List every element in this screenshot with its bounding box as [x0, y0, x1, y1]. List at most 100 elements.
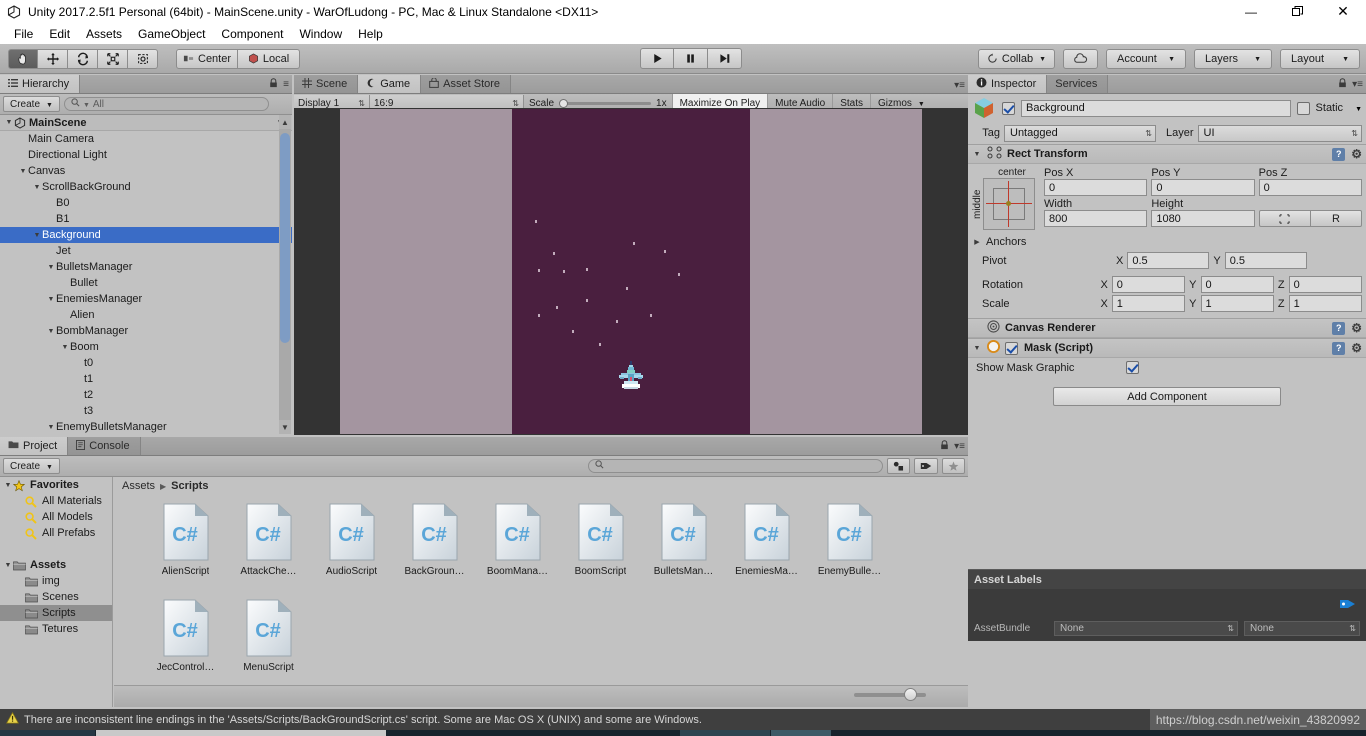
- lock-icon[interactable]: [940, 440, 949, 453]
- help-icon[interactable]: ?: [1332, 147, 1346, 161]
- asset-item[interactable]: C# BackGroun…: [393, 503, 476, 599]
- scale-tool-button[interactable]: [98, 48, 128, 69]
- chevron-down-icon[interactable]: ▼: [18, 168, 28, 175]
- minimize-button[interactable]: —: [1228, 0, 1274, 23]
- project-tree-item-scripts[interactable]: ▼Scripts: [0, 605, 112, 621]
- gear-icon[interactable]: ⚙: [1351, 321, 1362, 335]
- pivot-rotation-button[interactable]: Local: [238, 48, 301, 69]
- scale-x-input[interactable]: 1: [1111, 295, 1186, 312]
- chevron-down-icon[interactable]: ▼: [972, 151, 982, 158]
- pos-y-input[interactable]: 0: [1151, 179, 1255, 196]
- pivot-y-input[interactable]: 0.5: [1224, 252, 1307, 269]
- asset-item[interactable]: C# JecControl…: [144, 599, 227, 695]
- anchor-preset-group[interactable]: center middle: [972, 167, 1044, 230]
- hierarchy-item-t1[interactable]: ▼t1: [0, 371, 292, 387]
- project-folder-tree[interactable]: ▼Favorites▼All Materials▼All Models▼All …: [0, 477, 113, 707]
- asset-item[interactable]: C# AlienScript: [144, 503, 227, 599]
- scroll-up-arrow[interactable]: ▲: [279, 115, 291, 129]
- chevron-down-icon[interactable]: ▼: [32, 232, 42, 239]
- hierarchy-item-canvas[interactable]: ▼ Canvas: [0, 163, 292, 179]
- asset-item[interactable]: C# AttackChe…: [227, 503, 310, 599]
- anchor-preset-widget[interactable]: [983, 178, 1035, 230]
- breadcrumb-assets[interactable]: Assets: [122, 480, 155, 492]
- hierarchy-item-main-camera[interactable]: ▼Main Camera: [0, 131, 292, 147]
- hierarchy-item-background[interactable]: ▼ Background: [0, 227, 292, 243]
- panel-menu-icon[interactable]: ≡: [283, 79, 289, 90]
- taskbar-item-2[interactable]: [96, 730, 386, 736]
- height-input[interactable]: 1080: [1151, 210, 1255, 227]
- favorites-star-button[interactable]: [942, 458, 965, 474]
- rotation-y-input[interactable]: 0: [1200, 276, 1274, 293]
- tab-console[interactable]: Console: [68, 437, 141, 455]
- gameobject-name-input[interactable]: Background: [1021, 99, 1291, 117]
- chevron-down-icon[interactable]: ▼: [1355, 106, 1362, 113]
- hierarchy-scroll-thumb[interactable]: [280, 133, 290, 343]
- canvas-renderer-header[interactable]: ▼ Canvas Renderer ? ⚙: [968, 318, 1366, 338]
- hierarchy-item-enemybulletsmanager[interactable]: ▼ EnemyBulletsManager: [0, 419, 292, 435]
- mask-component-header[interactable]: ▼ Mask (Script) ? ⚙: [968, 338, 1366, 358]
- chevron-down-icon[interactable]: ▼: [46, 264, 56, 271]
- menu-item-gameobject[interactable]: GameObject: [130, 25, 213, 43]
- rotate-tool-button[interactable]: [68, 48, 98, 69]
- filter-by-label-button[interactable]: [914, 458, 938, 474]
- account-button[interactable]: Account ▼: [1106, 48, 1186, 69]
- taskbar-item-4[interactable]: [771, 730, 831, 736]
- asset-grid[interactable]: C# AlienScript C# AttackChe… C# AudioScript C#…: [114, 495, 968, 685]
- menu-item-file[interactable]: File: [6, 25, 41, 43]
- project-tree-item-tetures[interactable]: ▼Tetures: [0, 621, 112, 637]
- scroll-down-arrow[interactable]: ▼: [279, 420, 291, 434]
- pos-z-input[interactable]: 0: [1258, 179, 1362, 196]
- asset-item[interactable]: C# MenuScript: [227, 599, 310, 695]
- static-checkbox[interactable]: [1296, 101, 1310, 115]
- tab-asset-store[interactable]: Asset Store: [421, 75, 512, 93]
- lock-icon[interactable]: [269, 78, 278, 91]
- project-tree-item-scenes[interactable]: ▼Scenes: [0, 589, 112, 605]
- menu-item-window[interactable]: Window: [291, 25, 350, 43]
- width-input[interactable]: 800: [1044, 210, 1148, 227]
- assetbundle-variant-dropdown[interactable]: None ⇅: [1244, 621, 1360, 636]
- hierarchy-scrollbar[interactable]: ▲ ▼: [279, 115, 291, 434]
- cloud-button[interactable]: [1063, 48, 1098, 69]
- hierarchy-item-t0[interactable]: ▼t0: [0, 355, 292, 371]
- hierarchy-item-t2[interactable]: ▼t2: [0, 387, 292, 403]
- chevron-down-icon[interactable]: ▼: [60, 344, 70, 351]
- hierarchy-scene-row[interactable]: ▼ MainScene ▾≡: [0, 115, 292, 131]
- hierarchy-item-bulletsmanager[interactable]: ▼ BulletsManager: [0, 259, 292, 275]
- tab-project[interactable]: Project: [0, 437, 69, 455]
- asset-item[interactable]: C# BulletsMan…: [642, 503, 725, 599]
- asset-zoom-slider-knob[interactable]: [904, 688, 917, 701]
- tab-scene[interactable]: Scene: [294, 75, 359, 93]
- asset-item[interactable]: C# EnemyBulle…: [808, 503, 891, 599]
- anchors-row[interactable]: ▶ Anchors: [968, 232, 1366, 251]
- add-component-button[interactable]: Add Component: [1053, 387, 1281, 406]
- hierarchy-create-button[interactable]: Create ▼: [3, 96, 60, 112]
- rect-tool-button[interactable]: [128, 48, 158, 69]
- show-mask-graphic-checkbox[interactable]: [1126, 361, 1139, 374]
- collab-button[interactable]: Collab ▼: [977, 48, 1055, 69]
- menu-item-component[interactable]: Component: [213, 25, 291, 43]
- hierarchy-item-bullet[interactable]: ▼Bullet: [0, 275, 292, 291]
- chevron-down-icon[interactable]: ▼: [46, 328, 56, 335]
- hierarchy-item-boom[interactable]: ▼ Boom: [0, 339, 292, 355]
- label-tag-icon[interactable]: [1339, 597, 1356, 611]
- project-tree-item-assets[interactable]: ▼ Assets: [0, 557, 112, 573]
- assetbundle-dropdown[interactable]: None ⇅: [1054, 621, 1238, 636]
- project-tree-item-favorites[interactable]: ▼ Favorites: [0, 477, 112, 493]
- step-button[interactable]: [708, 48, 742, 69]
- rotation-x-input[interactable]: 0: [1111, 276, 1186, 293]
- close-button[interactable]: ✕: [1320, 0, 1366, 23]
- asset-item[interactable]: C# EnemiesMa…: [725, 503, 808, 599]
- hierarchy-item-scrollbackground[interactable]: ▼ ScrollBackGround: [0, 179, 292, 195]
- hierarchy-item-bombmanager[interactable]: ▼ BombManager: [0, 323, 292, 339]
- hierarchy-item-t3[interactable]: ▼t3: [0, 403, 292, 419]
- blueprint-mode-button[interactable]: [1258, 210, 1311, 227]
- tab-hierarchy[interactable]: Hierarchy: [0, 75, 81, 93]
- lock-icon[interactable]: [1338, 78, 1347, 91]
- project-tree-item-all-models[interactable]: ▼All Models: [0, 509, 112, 525]
- hierarchy-item-b1[interactable]: ▼B1: [0, 211, 292, 227]
- chevron-down-icon[interactable]: ▼: [46, 296, 56, 303]
- hierarchy-item-jet[interactable]: ▼Jet: [0, 243, 292, 259]
- layer-dropdown[interactable]: UI ⇅: [1197, 124, 1362, 142]
- menu-item-edit[interactable]: Edit: [41, 25, 78, 43]
- help-icon[interactable]: ?: [1332, 341, 1346, 355]
